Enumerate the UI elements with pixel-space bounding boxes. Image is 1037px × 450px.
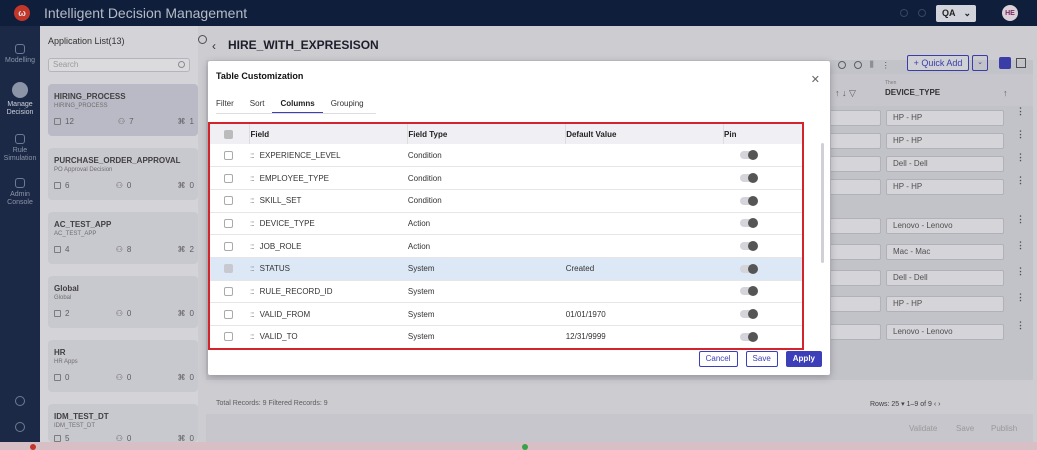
pin-toggle[interactable]: [739, 173, 758, 184]
cancel-button[interactable]: Cancel: [698, 351, 738, 367]
table-row[interactable]: ::: RULE_RECORD_ID System: [210, 280, 802, 304]
header-field-type: Field Type: [407, 124, 567, 144]
table-row[interactable]: ::: VALID_FROM System 01/01/1970: [210, 302, 802, 326]
row-checkbox[interactable]: [224, 173, 233, 183]
apply-button[interactable]: Apply: [785, 351, 822, 367]
pin-toggle[interactable]: [739, 218, 758, 229]
drag-handle-icon[interactable]: :::: [250, 332, 255, 341]
row-checkbox[interactable]: [224, 218, 233, 228]
header-field: Field: [249, 124, 409, 144]
pin-toggle[interactable]: [739, 241, 758, 252]
tab-filter[interactable]: Filter: [208, 98, 242, 114]
drag-handle-icon[interactable]: :::: [250, 264, 255, 273]
tab-grouping[interactable]: Grouping: [323, 98, 372, 114]
modal-title: Table Customization: [216, 71, 304, 81]
tab-columns[interactable]: Columns: [272, 98, 323, 114]
close-icon[interactable]: ✕: [811, 73, 820, 86]
drag-handle-icon[interactable]: :::: [250, 196, 255, 205]
table-row[interactable]: ::: JOB_ROLE Action: [210, 234, 802, 258]
row-checkbox[interactable]: [224, 196, 233, 206]
pin-toggle[interactable]: [739, 263, 758, 274]
drag-handle-icon[interactable]: :::: [250, 310, 255, 319]
drag-handle-icon[interactable]: :::: [250, 287, 255, 296]
row-checkbox[interactable]: [224, 286, 233, 296]
row-checkbox[interactable]: [224, 264, 233, 274]
pin-toggle[interactable]: [739, 286, 758, 297]
table-scrollbar[interactable]: [821, 143, 824, 263]
table-customization-modal: Table Customization ✕ Filter Sort Column…: [208, 61, 830, 375]
tab-sort[interactable]: Sort: [242, 98, 273, 114]
drag-handle-icon[interactable]: :::: [250, 174, 255, 183]
table-row[interactable]: ::: DEVICE_TYPE Action: [210, 212, 802, 236]
header-default-value: Default Value: [565, 124, 725, 144]
header-pin: Pin: [723, 124, 802, 144]
row-checkbox[interactable]: [224, 332, 233, 342]
row-checkbox[interactable]: [224, 309, 233, 319]
drag-handle-icon[interactable]: :::: [250, 151, 255, 160]
pin-toggle[interactable]: [739, 195, 758, 206]
pin-toggle[interactable]: [739, 331, 758, 342]
table-row[interactable]: ::: EXPERIENCE_LEVEL Condition: [210, 144, 802, 168]
pin-toggle[interactable]: [739, 150, 758, 161]
modal-tabs: Filter Sort Columns Grouping: [208, 98, 372, 114]
pin-toggle[interactable]: [739, 309, 758, 320]
save-button[interactable]: Save: [745, 351, 778, 367]
drag-handle-icon[interactable]: :::: [250, 219, 255, 228]
tab-divider: [216, 113, 376, 114]
table-row[interactable]: ::: STATUS System Created: [210, 257, 802, 281]
drag-handle-icon[interactable]: :::: [250, 242, 255, 251]
table-row[interactable]: ::: EMPLOYEE_TYPE Condition: [210, 166, 802, 190]
select-all-checkbox[interactable]: [224, 129, 233, 139]
table-row[interactable]: ::: SKILL_SET Condition: [210, 189, 802, 213]
row-checkbox[interactable]: [224, 150, 233, 160]
table-row[interactable]: ::: VALID_TO System 12/31/9999: [210, 325, 802, 348]
row-checkbox[interactable]: [224, 241, 233, 251]
columns-table: Field Field Type Default Value Pin ::: EX…: [208, 122, 804, 350]
